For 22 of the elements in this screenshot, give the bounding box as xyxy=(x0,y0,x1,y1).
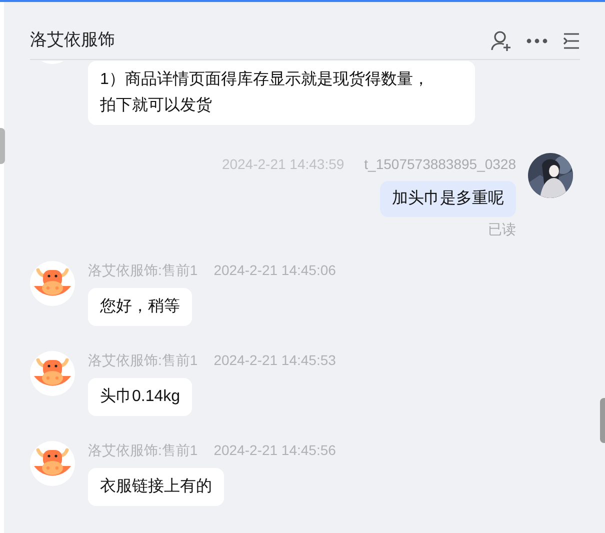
sender-name: 洛艾依服饰:售前1 xyxy=(88,261,198,280)
message-time: 2024-2-21 14:45:53 xyxy=(214,351,336,370)
scrollbar-thumb[interactable] xyxy=(0,128,5,164)
add-user-icon[interactable] xyxy=(490,30,512,52)
cow-avatar-icon xyxy=(30,261,75,306)
chat-title: 洛艾依服饰 xyxy=(30,29,115,51)
read-status: 已读 xyxy=(488,220,516,239)
message-bubble: 头巾0.14kg xyxy=(88,378,192,416)
cow-avatar-icon xyxy=(30,441,75,486)
message-bubble: 衣服链接上有的 xyxy=(88,468,224,506)
sender-name: t_1507573883895_0328 xyxy=(364,155,516,174)
sender-name: 洛艾依服饰:售前1 xyxy=(88,441,198,460)
message-bubble: 您好，稍等 xyxy=(88,288,192,326)
message-time: 2024-2-21 14:45:06 xyxy=(214,261,336,280)
more-icon[interactable] xyxy=(526,38,548,44)
menu-icon[interactable] xyxy=(562,32,580,50)
cow-avatar-icon xyxy=(30,351,75,396)
scrollbar-thumb[interactable] xyxy=(600,398,605,443)
message-time: 2024-2-21 14:45:56 xyxy=(214,441,336,460)
message-bubble: 加头巾是多重呢 xyxy=(380,181,516,217)
sender-name: 洛艾依服饰:售前1 xyxy=(88,351,198,370)
message-bubble: 1）商品详情页面得库存显示就是现货得数量，拍下就可以发货 xyxy=(88,61,475,125)
